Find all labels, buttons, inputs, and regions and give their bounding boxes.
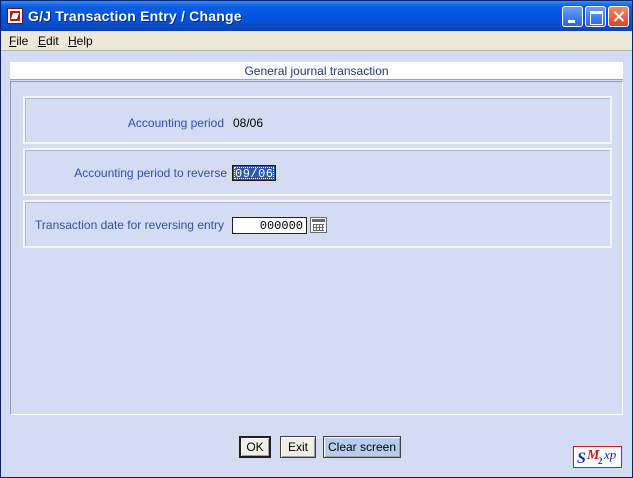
accounting-period-group	[23, 96, 612, 144]
menu-edit[interactable]: Edit	[38, 34, 59, 48]
clear-screen-button[interactable]: Clear screen	[323, 436, 401, 458]
maximize-icon[interactable]	[585, 6, 606, 27]
app-window: G/J Transaction Entry / Change File Edit…	[0, 0, 633, 478]
accounting-period-label: Accounting period	[127, 116, 224, 130]
accounting-period-value: 08/06	[233, 116, 264, 130]
exit-button[interactable]: Exit	[280, 436, 316, 458]
section-title: General journal transaction	[244, 64, 389, 78]
logo-letter-s: S	[577, 450, 586, 467]
title-bar[interactable]: G/J Transaction Entry / Change	[1, 1, 632, 31]
menu-file[interactable]: File	[9, 34, 28, 48]
menu-bar: File Edit Help	[1, 31, 632, 51]
reverse-period-input[interactable]: 09/06	[232, 165, 276, 181]
calendar-icon[interactable]	[310, 217, 327, 233]
close-icon[interactable]	[608, 6, 629, 27]
reverse-period-label: Accounting period to reverse	[74, 166, 227, 180]
window-title: G/J Transaction Entry / Change	[28, 8, 242, 24]
reversing-date-label: Transaction date for reversing entry	[35, 218, 224, 232]
logo-digit-2: 2	[598, 456, 603, 466]
section-header: General journal transaction	[10, 62, 623, 80]
minimize-icon[interactable]	[562, 6, 583, 27]
sm2xp-logo: S M 2 xp	[573, 446, 622, 468]
menu-help[interactable]: Help	[68, 34, 93, 48]
reversing-date-input[interactable]: 000000	[232, 217, 307, 234]
ok-button[interactable]: OK	[239, 436, 271, 458]
logo-xp: xp	[604, 447, 617, 462]
app-icon[interactable]	[7, 8, 23, 24]
